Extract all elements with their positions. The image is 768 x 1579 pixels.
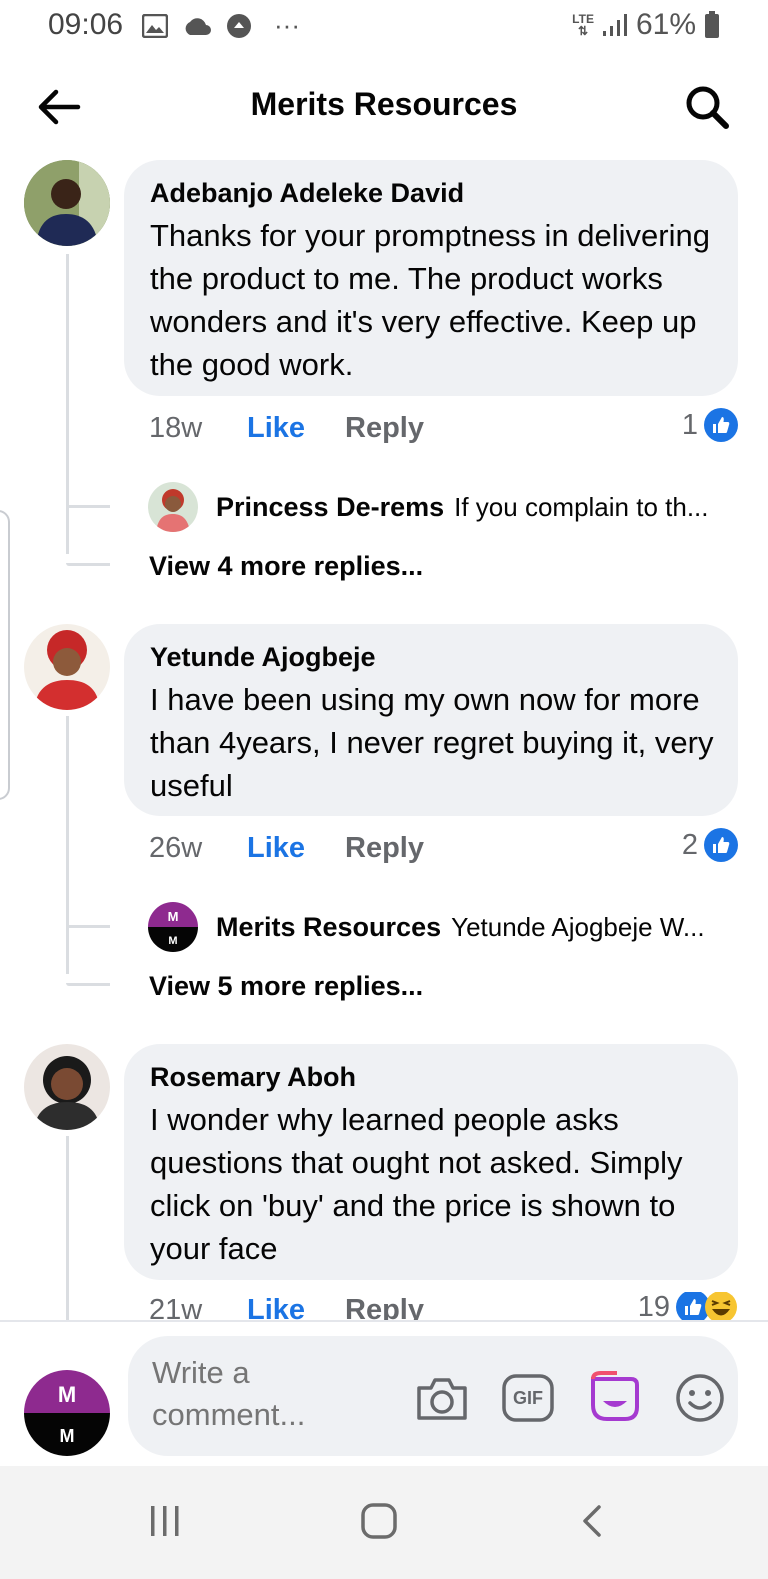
avatar[interactable] — [24, 160, 110, 246]
reply-button[interactable]: Reply — [345, 412, 424, 445]
edge-panel-handle[interactable] — [0, 510, 10, 800]
battery-percent: 61% — [635, 8, 696, 41]
upload-icon — [227, 13, 251, 38]
reaction-summary[interactable]: 1 — [682, 408, 738, 442]
search-icon — [686, 86, 729, 129]
reaction-summary[interactable]: 19 — [638, 1292, 738, 1320]
comment-bubble[interactable]: Rosemary Aboh I wonder why learned peopl… — [124, 1044, 738, 1280]
svg-text:M: M — [168, 909, 179, 924]
home-button[interactable] — [354, 1496, 404, 1546]
recent-apps-button[interactable] — [140, 1496, 190, 1546]
emoji-icon — [676, 1374, 724, 1422]
comment-time[interactable]: 18w — [149, 412, 247, 445]
current-user-avatar[interactable]: MM — [24, 1370, 110, 1456]
reply-preview[interactable]: MM Merits Resources Yetunde Ajogbeje W..… — [148, 902, 748, 952]
gallery-icon — [142, 13, 168, 38]
avatar-sticker-button[interactable] — [586, 1370, 642, 1426]
reply-button[interactable]: Reply — [345, 1294, 424, 1320]
thread-line — [66, 254, 69, 554]
comment-input[interactable] — [152, 1352, 372, 1442]
thread-branch — [66, 505, 110, 508]
avatar-sticker-icon — [591, 1371, 639, 1421]
svg-text:M: M — [58, 1382, 76, 1407]
svg-text:M: M — [168, 935, 177, 947]
lte-icon: LTE ⇅ — [572, 12, 594, 38]
thread-branch — [66, 563, 110, 566]
comment-text: I wonder why learned people asks questio… — [150, 1102, 683, 1266]
comment-bubble[interactable]: Adebanjo Adeleke David Thanks for your p… — [124, 160, 738, 396]
reply-preview[interactable]: Princess De-rems If you complain to th..… — [148, 482, 748, 532]
reply-avatar[interactable] — [148, 482, 198, 532]
avatar-photo-icon — [24, 624, 110, 710]
home-icon — [361, 1503, 397, 1539]
svg-text:M: M — [60, 1426, 75, 1446]
reaction-count: 1 — [681, 408, 698, 441]
system-nav-bar — [0, 1466, 768, 1579]
avatar-photo-icon — [24, 1044, 110, 1130]
like-button[interactable]: Like — [247, 1294, 345, 1320]
comment-bubble[interactable]: Yetunde Ajogbeje I have been using my ow… — [124, 624, 738, 816]
comment-actions: 18w Like Reply — [149, 412, 424, 445]
chevron-left-icon — [583, 1505, 601, 1537]
status-bar: 09:06 ··· LTE ⇅ 61% — [0, 0, 768, 52]
thread-line — [66, 716, 69, 974]
avatar-photo-icon — [24, 160, 110, 246]
recent-apps-icon — [151, 1506, 179, 1536]
haha-reaction-icon — [705, 1292, 737, 1320]
emoji-button[interactable] — [672, 1370, 728, 1426]
status-more: ··· — [274, 10, 300, 40]
like-reaction-icon — [704, 828, 738, 862]
avatar[interactable] — [24, 624, 110, 710]
reaction-count: 19 — [637, 1292, 670, 1320]
camera-icon — [417, 1378, 467, 1420]
view-more-replies[interactable]: View 4 more replies... — [149, 551, 423, 582]
battery-icon — [705, 11, 719, 38]
comment-author[interactable]: Adebanjo Adeleke David — [150, 176, 714, 210]
reaction-count: 2 — [681, 828, 698, 861]
status-right: LTE ⇅ 61% — [572, 8, 720, 42]
reply-button[interactable]: Reply — [345, 832, 424, 865]
comment-author[interactable]: Rosemary Aboh — [150, 1060, 714, 1094]
header: Merits Resources — [0, 60, 768, 152]
gif-label: GIF — [513, 1387, 543, 1408]
reply-avatar[interactable]: MM — [148, 902, 198, 952]
thread-branch — [66, 925, 110, 928]
reply-author[interactable]: Merits Resources — [216, 912, 441, 943]
comment-actions-clip: 21w Like Reply 19 — [0, 1292, 768, 1320]
comment-text: I have been using my own now for more th… — [150, 682, 714, 803]
view-more-replies[interactable]: View 5 more replies... — [149, 971, 423, 1002]
comment-author[interactable]: Yetunde Ajogbeje — [150, 640, 714, 674]
comment-time[interactable]: 21w — [149, 1294, 247, 1320]
reaction-summary[interactable]: 2 — [682, 828, 738, 862]
thread-branch — [66, 983, 110, 986]
like-button[interactable]: Like — [247, 412, 345, 445]
camera-button[interactable] — [414, 1370, 470, 1426]
comment-text: Thanks for your promptness in delivering… — [150, 218, 710, 382]
reply-author[interactable]: Princess De-rems — [216, 492, 444, 523]
comment-actions: 21w Like Reply — [149, 1294, 424, 1320]
cloud-icon — [185, 17, 211, 35]
avatar[interactable] — [24, 1044, 110, 1130]
reply-snippet: Yetunde Ajogbeje W... — [451, 911, 705, 942]
gif-button[interactable]: GIF — [500, 1370, 556, 1426]
status-notification-icons: ··· — [142, 10, 300, 41]
reply-snippet: If you complain to th... — [454, 491, 709, 522]
search-button[interactable] — [682, 82, 732, 132]
comment-actions: 26w Like Reply — [149, 832, 424, 865]
network-label: LTE — [572, 12, 594, 26]
comment-box[interactable]: GIF — [128, 1336, 738, 1456]
status-time: 09:06 — [48, 8, 124, 41]
page-title: Merits Resources — [250, 86, 518, 122]
like-button[interactable]: Like — [247, 832, 345, 865]
comment-composer: MM GIF — [0, 1320, 768, 1466]
signal-icon — [602, 14, 627, 36]
comment-time[interactable]: 26w — [149, 832, 247, 865]
system-back-button[interactable] — [568, 1496, 618, 1546]
composer-icons: GIF — [414, 1370, 728, 1426]
like-reaction-icon — [704, 408, 738, 442]
